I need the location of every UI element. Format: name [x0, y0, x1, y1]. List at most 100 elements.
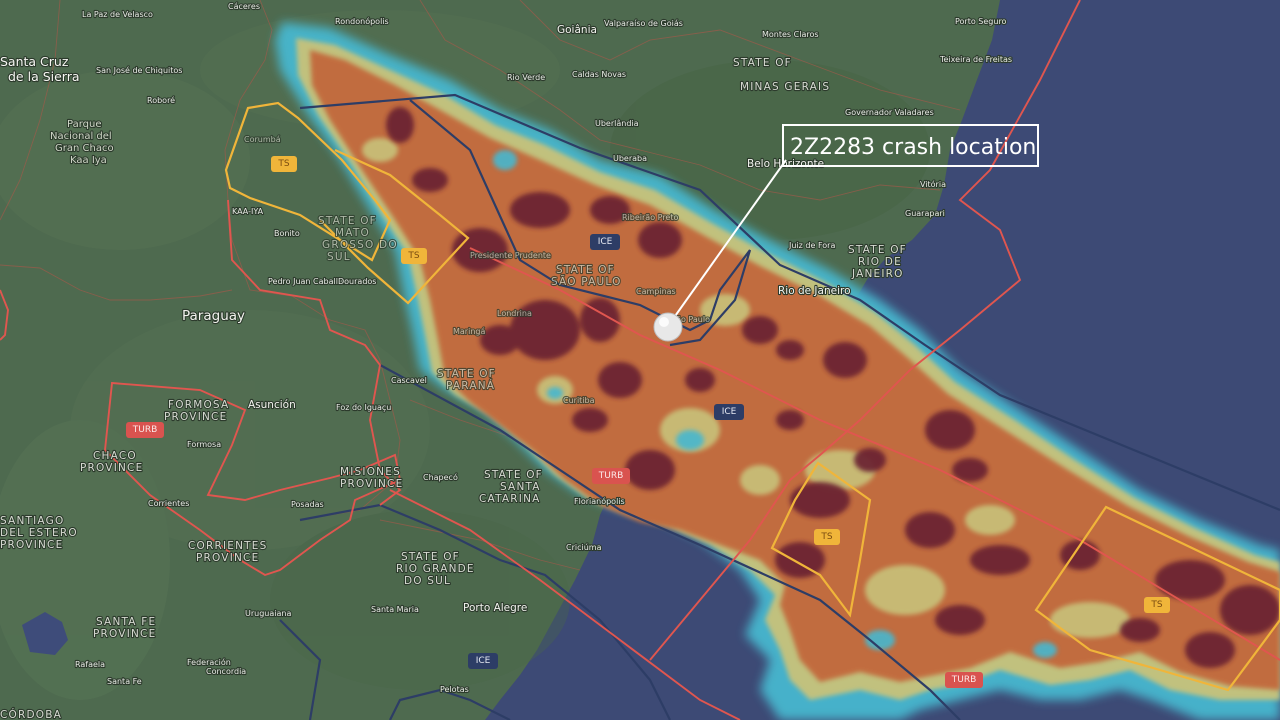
- label-state-pr-2: PARANÁ: [446, 379, 495, 392]
- label-londrina: Londrina: [497, 309, 532, 318]
- label-formosa: Formosa: [187, 440, 221, 449]
- label-florianopolis: Florianópolis: [574, 496, 625, 506]
- svg-text:TURB: TURB: [951, 675, 977, 685]
- ts-tag[interactable]: TS: [401, 248, 427, 264]
- label-state-sp-2: SÃO PAULO: [551, 275, 622, 288]
- label-uberlandia: Uberlândia: [595, 119, 639, 128]
- label-state-pr-1: STATE OF: [437, 368, 496, 380]
- label-porto-alegre: Porto Alegre: [463, 602, 527, 614]
- label-state-sc-2: SANTA: [500, 481, 541, 493]
- label-state-sc-3: CATARINA: [479, 493, 541, 505]
- label-state-sp-1: STATE OF: [556, 264, 615, 276]
- label-campinas: Campinas: [636, 287, 676, 296]
- label-santa-maria: Santa Maria: [371, 605, 419, 614]
- label-state-ms-2: MATO: [335, 227, 370, 239]
- label-federacion: Federación: [187, 657, 231, 667]
- svg-text:ICE: ICE: [722, 407, 737, 417]
- label-chaco-2: PROVINCE: [80, 462, 143, 474]
- turb-tag[interactable]: TURB: [945, 672, 983, 688]
- label-dourados: Dourados: [338, 277, 376, 286]
- label-corrientes-prov-2: PROVINCE: [196, 552, 259, 564]
- label-governador: Governador Valadares: [845, 108, 934, 117]
- label-state-ms-4: SUL: [327, 251, 351, 263]
- label-posadas: Posadas: [291, 500, 324, 509]
- label-goiania: Goiânia: [557, 24, 597, 36]
- crash-marker-highlight: [659, 317, 669, 327]
- svg-text:TURB: TURB: [132, 425, 158, 435]
- map-canvas[interactable]: La Paz de Velasco Cáceres Rondonópolis G…: [0, 0, 1280, 720]
- label-santa-fe: Santa Fe: [107, 677, 142, 686]
- callout-label: 2Z2283 crash location: [790, 135, 1036, 160]
- label-chapeco: Chapecó: [423, 472, 458, 482]
- label-state-ms-1: STATE OF: [318, 215, 377, 227]
- label-valparaiso: Valparaíso de Goiás: [604, 19, 683, 28]
- ts-tag[interactable]: TS: [1144, 597, 1170, 613]
- label-uruguaiana: Uruguaiana: [245, 609, 291, 618]
- label-parque-1: Parque: [67, 119, 101, 130]
- label-misiones-1: MISIONES: [340, 466, 401, 478]
- label-state-rj-2: RIO DE: [858, 256, 902, 268]
- svg-text:TS: TS: [1150, 600, 1162, 610]
- svg-text:TS: TS: [820, 532, 832, 542]
- label-corrientes-prov-1: CORRIENTES: [188, 540, 268, 552]
- label-paraguay: Paraguay: [182, 308, 245, 324]
- label-state-rs-3: DO SUL: [404, 575, 451, 587]
- label-ribeirao-preto: Ribeirão Preto: [622, 213, 678, 222]
- weather-radar-map[interactable]: La Paz de Velasco Cáceres Rondonópolis G…: [0, 0, 1280, 720]
- label-guarapari: Guarapari: [905, 209, 945, 218]
- label-de-la-sierra: de la Sierra: [8, 69, 80, 84]
- label-cordoba: CÓRDOBA: [0, 708, 62, 720]
- label-juiz-de-fora: Juiz de Fora: [788, 241, 835, 250]
- label-santa-fe-1: SANTA FE: [96, 616, 156, 628]
- label-santa-fe-2: PROVINCE: [93, 628, 156, 640]
- label-corrientes: Corrientes: [148, 499, 189, 508]
- label-curitiba: Curitiba: [563, 396, 595, 405]
- label-formosa-prov-1: FORMOSA: [168, 399, 229, 411]
- label-rio-verde: Rio Verde: [507, 73, 545, 82]
- ice-tag[interactable]: ICE: [468, 653, 498, 669]
- label-uberaba: Uberaba: [613, 154, 647, 163]
- label-rondonopolis: Rondonópolis: [335, 16, 389, 26]
- label-san-jose-chiquitos: San José de Chiquitos: [96, 65, 182, 75]
- label-asuncion: Asunción: [248, 399, 296, 411]
- crash-location-marker[interactable]: [653, 312, 683, 342]
- label-formosa-prov-2: PROVINCE: [164, 411, 227, 423]
- ts-tag[interactable]: TS: [271, 156, 297, 172]
- label-state-rs-1: STATE OF: [401, 551, 460, 563]
- label-state-rj-3: JANEIRO: [851, 268, 904, 280]
- label-state-rs-2: RIO GRANDE: [396, 563, 475, 575]
- ice-tag[interactable]: ICE: [714, 404, 744, 420]
- label-santa-cruz: Santa Cruz: [0, 54, 69, 69]
- label-cascavel: Cascavel: [391, 376, 427, 385]
- label-parque-2: Nacional del: [50, 131, 112, 142]
- label-chaco-1: CHACO: [93, 450, 137, 462]
- label-state-ms-3: GROSSO DO: [322, 239, 398, 251]
- label-teixeira: Teixeira de Freitas: [939, 55, 1012, 64]
- label-criciuma: Criciúma: [566, 543, 602, 552]
- label-santiago-3: PROVINCE: [0, 539, 63, 551]
- label-minas-gerais: MINAS GERAIS: [740, 81, 830, 93]
- ts-tag[interactable]: TS: [814, 529, 840, 545]
- turb-tag[interactable]: TURB: [592, 468, 630, 484]
- svg-text:ICE: ICE: [598, 237, 613, 247]
- label-state-rj-1: STATE OF: [848, 244, 907, 256]
- label-santiago-2: DEL ESTERO: [0, 527, 78, 539]
- label-caceres: Cáceres: [228, 2, 260, 11]
- label-misiones-2: PROVINCE: [340, 478, 403, 490]
- ice-tag[interactable]: ICE: [590, 234, 620, 250]
- svg-text:TS: TS: [277, 159, 289, 169]
- label-montes-claros: Montes Claros: [762, 30, 819, 39]
- label-bonito: Bonito: [274, 229, 300, 238]
- label-corumba: Corumbá: [244, 135, 281, 144]
- label-porto-seguro: Porto Seguro: [955, 17, 1007, 26]
- label-parque-4: Kaa Iya: [70, 155, 107, 166]
- label-santiago-1: SANTIAGO: [0, 515, 64, 527]
- label-state-sc-1: STATE OF: [484, 469, 543, 481]
- label-presidente-prudente: Presidente Prudente: [470, 251, 551, 260]
- svg-text:ICE: ICE: [476, 656, 491, 666]
- label-parque-3: Gran Chaco: [55, 143, 114, 154]
- turb-tag[interactable]: TURB: [126, 422, 164, 438]
- label-maringa: Maringá: [453, 327, 485, 336]
- label-concordia: Concordia: [206, 667, 246, 676]
- svg-text:TS: TS: [407, 251, 419, 261]
